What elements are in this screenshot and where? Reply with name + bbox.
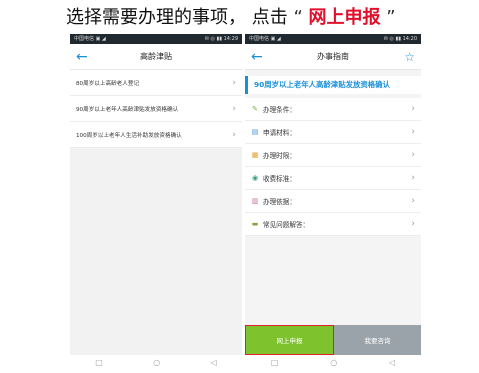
chevron-right-icon: › bbox=[411, 219, 415, 229]
guide-header: 90周岁以上老年人高龄津贴发放资格确认 bbox=[245, 76, 421, 94]
chevron-right-icon: › bbox=[232, 129, 236, 140]
guide-item-label: 收费标准： bbox=[263, 175, 296, 183]
chevron-right-icon: › bbox=[232, 103, 236, 114]
money-icon: ◉ bbox=[251, 174, 259, 182]
guide-item-time-limit[interactable]: ▦ 办理时限： › bbox=[245, 144, 421, 167]
calendar-icon: ▦ bbox=[251, 151, 259, 159]
system-nav-bar: □ ○ ◁ bbox=[245, 355, 421, 369]
guide-item-materials[interactable]: ▤ 申请材料： › bbox=[245, 121, 421, 144]
status-bar: 中国电信 ▣ ◢ ✉ ◎ ▮▮ 14:29 bbox=[70, 34, 242, 44]
title-bar: ← 办事指南 ☆ bbox=[245, 44, 421, 70]
chevron-right-icon: › bbox=[411, 196, 415, 206]
list-item[interactable]: 90周岁以上老年人高龄津贴发放资格确认 › bbox=[70, 96, 242, 122]
list-item-label: 100周岁以上老年人生活补助发放资格确认 bbox=[76, 132, 182, 139]
instruction-prefix: 选择需要办理的事项， 点击 bbox=[66, 7, 288, 28]
guide-item-faq[interactable]: ▬ 常见问题解答： › bbox=[245, 213, 421, 236]
online-apply-button[interactable]: 网上申报 bbox=[245, 325, 334, 355]
chevron-right-icon: › bbox=[411, 150, 415, 160]
back-icon[interactable]: ◁ bbox=[389, 358, 395, 367]
book-icon: ▥ bbox=[251, 197, 259, 205]
page-title: 高龄津贴 bbox=[140, 52, 172, 61]
guide-item-label: 办理条件： bbox=[263, 106, 296, 114]
guide-item-label: 常见问题解答： bbox=[263, 221, 310, 229]
list-item-label: 80周岁以上高龄老人登记 bbox=[76, 80, 140, 87]
list-item-label: 90周岁以上老年人高龄津贴发放资格确认 bbox=[76, 106, 179, 113]
document-icon: ▤ bbox=[251, 128, 259, 136]
guide-item-label: 办理时限： bbox=[263, 152, 296, 160]
guide-item-label: 申请材料： bbox=[263, 129, 296, 137]
list-item[interactable]: 100周岁以上老年人生活补助发放资格确认 › bbox=[70, 122, 242, 148]
title-bar: ← 高龄津贴 bbox=[70, 44, 242, 70]
service-list: 80周岁以上高龄老人登记 › 90周岁以上老年人高龄津贴发放资格确认 › 100… bbox=[70, 70, 242, 148]
guide-item-conditions[interactable]: ✎ 办理条件： › bbox=[245, 98, 421, 121]
instruction-highlight: 网上申报 bbox=[308, 7, 381, 28]
guide-item-basis[interactable]: ▥ 办理依据： › bbox=[245, 190, 421, 213]
recent-apps-icon[interactable]: □ bbox=[271, 358, 279, 367]
home-icon[interactable]: ○ bbox=[153, 358, 160, 367]
phone-screen-allowance-list: 中国电信 ▣ ◢ ✉ ◎ ▮▮ 14:29 ← 高龄津贴 80周岁以上高龄老人登… bbox=[70, 34, 242, 369]
star-icon[interactable]: ☆ bbox=[404, 48, 415, 66]
guide-list: ✎ 办理条件： › ▤ 申请材料： › ▦ 办理时限： › ◉ 收费标准： › bbox=[245, 98, 421, 236]
phone-screen-service-guide: 中国电信 ▣ ◢ ✉ ◎ ▮▮ 14:20 ← 办事指南 ☆ 90周岁以上老年人… bbox=[245, 34, 421, 369]
open-quote: “ bbox=[293, 7, 303, 28]
carrier-status: 中国电信 ▣ ◢ bbox=[74, 36, 106, 42]
page-title: 办事指南 bbox=[317, 52, 349, 61]
recent-apps-icon[interactable]: □ bbox=[95, 358, 103, 367]
clock-status: ✉ ◎ ▮▮ 14:20 bbox=[383, 36, 417, 42]
chevron-right-icon: › bbox=[411, 127, 415, 137]
faq-icon: ▬ bbox=[251, 220, 259, 228]
close-quote: ” bbox=[386, 7, 396, 28]
status-bar: 中国电信 ▣ ◢ ✉ ◎ ▮▮ 14:20 bbox=[245, 34, 421, 44]
guide-item-label: 办理依据： bbox=[263, 198, 296, 206]
home-icon[interactable]: ○ bbox=[330, 358, 337, 367]
back-arrow-icon[interactable]: ← bbox=[76, 48, 88, 66]
check-icon: ✎ bbox=[252, 105, 258, 113]
list-item[interactable]: 80周岁以上高龄老人登记 › bbox=[70, 70, 242, 96]
chevron-right-icon: › bbox=[411, 173, 415, 183]
system-nav-bar: □ ○ ◁ bbox=[70, 355, 242, 369]
clock-status: ✉ ◎ ▮▮ 14:29 bbox=[204, 36, 238, 42]
bottom-action-bar: 网上申报 我要咨询 bbox=[245, 325, 421, 355]
back-icon[interactable]: ◁ bbox=[211, 358, 217, 367]
consult-button[interactable]: 我要咨询 bbox=[334, 325, 421, 355]
chevron-right-icon: › bbox=[232, 77, 236, 88]
carrier-status: 中国电信 ▣ ◢ bbox=[249, 36, 281, 42]
chevron-right-icon: › bbox=[411, 104, 415, 114]
back-arrow-icon[interactable]: ← bbox=[251, 48, 263, 66]
instruction-text: 选择需要办理的事项， 点击 “ 网上申报 ” bbox=[66, 5, 396, 31]
guide-item-fees[interactable]: ◉ 收费标准： › bbox=[245, 167, 421, 190]
